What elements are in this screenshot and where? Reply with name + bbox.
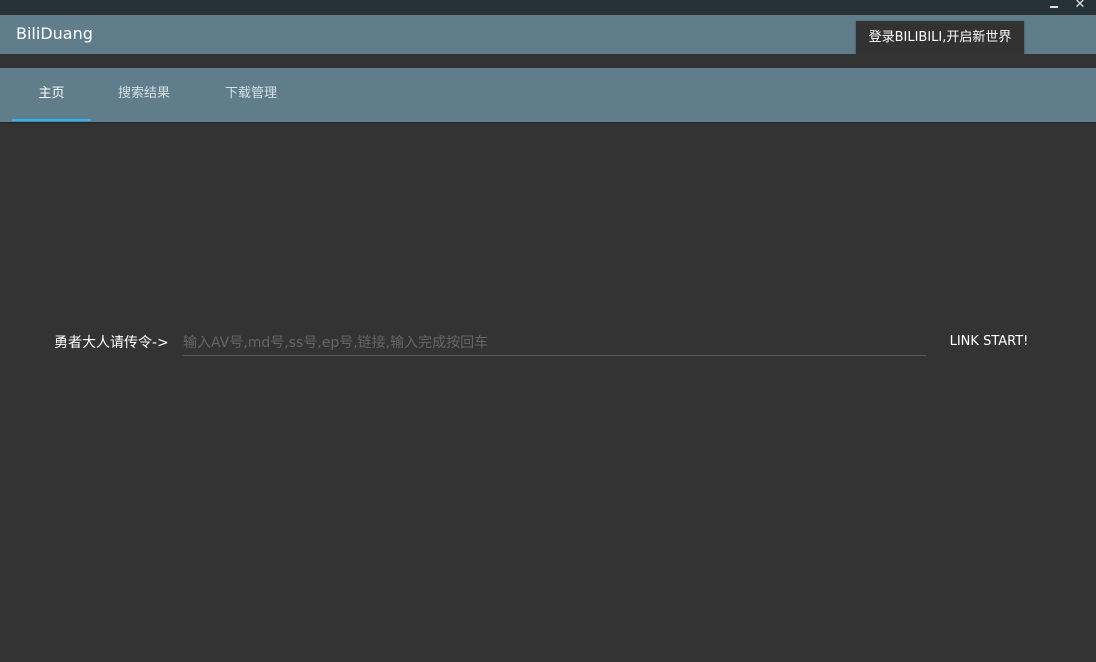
app-bar: BiliDuang 登录BILIBILI,开启新世界 [0,15,1096,54]
tab-home[interactable]: 主页 [12,68,91,122]
close-button[interactable]: ✕ [1072,0,1088,13]
window-titlebar: ✕ [0,0,1096,15]
tab-download-manager[interactable]: 下载管理 [211,68,291,122]
app-title: BiliDuang [16,24,93,43]
app-window: ✕ BiliDuang 登录BILIBILI,开启新世界 主页 搜索结果 下载管… [0,0,1096,662]
command-label: 勇者大人请传令-> [54,335,169,351]
divider [0,54,1096,68]
close-icon: ✕ [1074,0,1086,12]
active-tab-indicator [12,119,91,121]
link-start-button[interactable]: LINK START! [944,330,1034,354]
login-button[interactable]: 登录BILIBILI,开启新世界 [856,21,1024,54]
video-id-input[interactable] [183,330,926,356]
minimize-icon [1050,6,1058,8]
minimize-button[interactable] [1046,0,1062,13]
tab-bar: 主页 搜索结果 下载管理 [0,68,1096,122]
tab-search-results[interactable]: 搜索结果 [104,68,184,122]
